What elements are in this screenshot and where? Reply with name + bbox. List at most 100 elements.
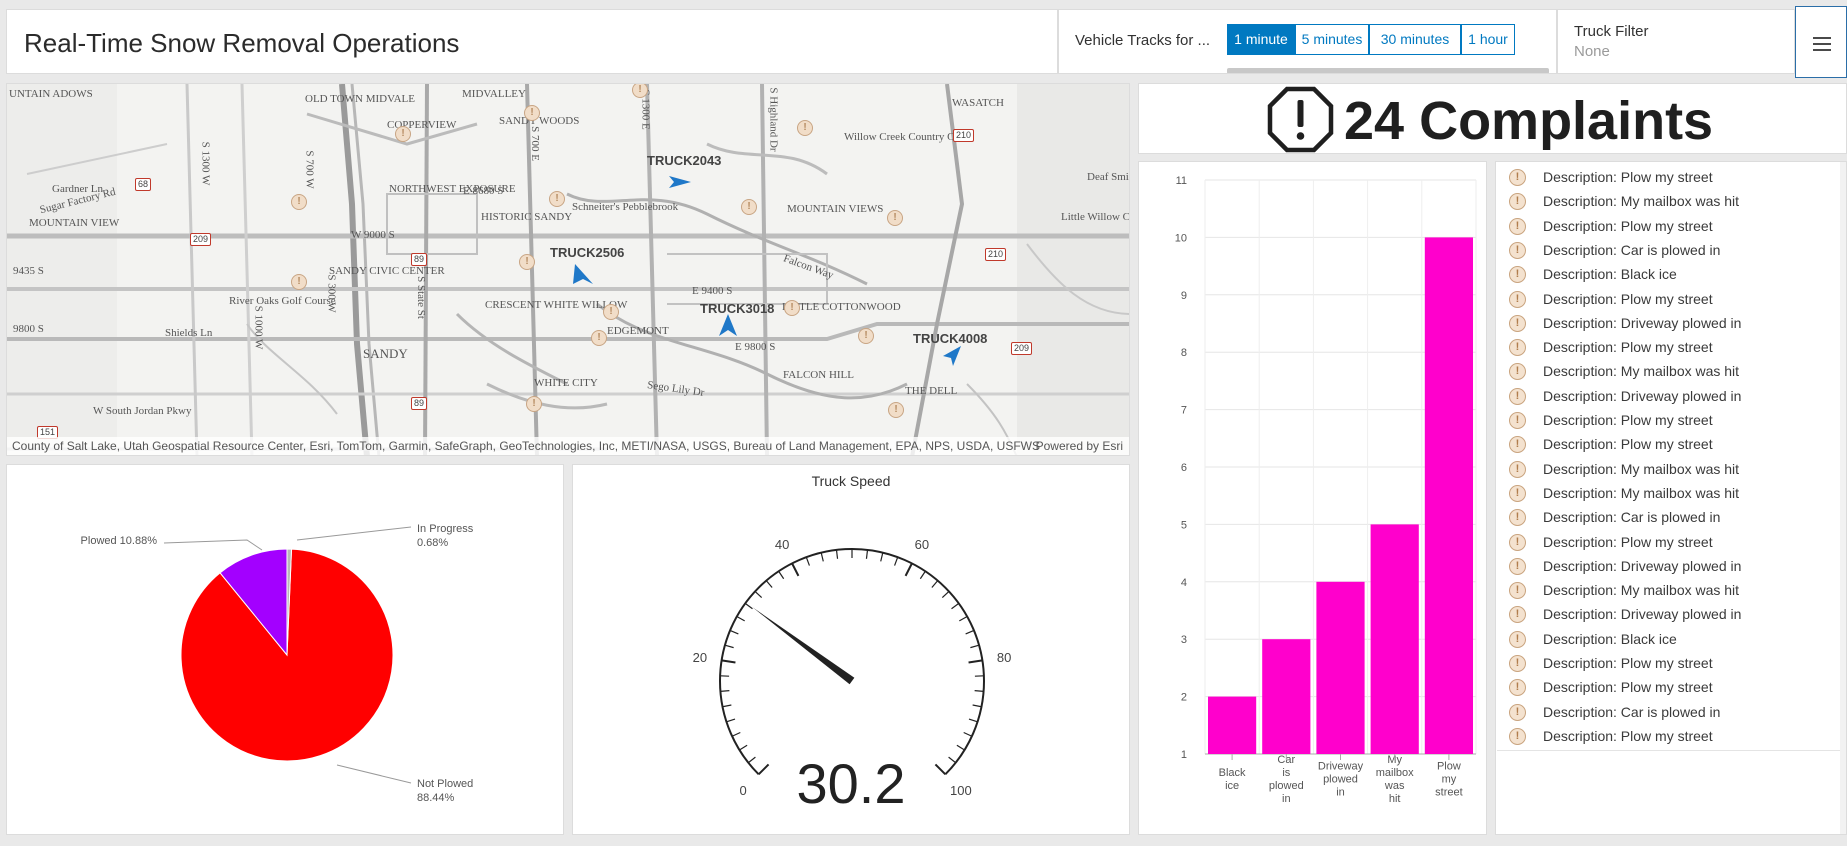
gauge-tick — [970, 644, 980, 649]
list-item-text: Description: Black ice — [1543, 630, 1677, 647]
complaint-pin-icon[interactable]: ! — [519, 254, 535, 270]
map-label: 9435 S — [13, 265, 44, 277]
bar-x-label: street — [1435, 787, 1463, 799]
complaint-pin-icon[interactable]: ! — [741, 199, 757, 215]
bar[interactable] — [1370, 524, 1419, 754]
list-item-text: Description: Plow my street — [1543, 290, 1713, 307]
truck-filter-panel[interactable]: Truck Filter None — [1557, 9, 1795, 74]
complaints-indicator: 24 Complaints — [1138, 83, 1847, 154]
highway-shield: 68 — [135, 178, 152, 191]
gauge-needle — [752, 607, 855, 685]
menu-button[interactable] — [1795, 6, 1847, 78]
map-powered-by[interactable]: Powered by Esri — [1036, 437, 1123, 455]
bar[interactable] — [1316, 581, 1365, 754]
gauge-tick-label: 40 — [775, 537, 789, 552]
alert-circle-icon: ! — [1509, 484, 1526, 502]
bar-y-tick: 8 — [1181, 347, 1187, 359]
gauge-tick — [721, 659, 736, 664]
gauge-tick-label: 80 — [997, 650, 1011, 665]
complaint-pin-icon[interactable]: ! — [291, 194, 307, 210]
complaint-pin-icon[interactable]: ! — [888, 402, 904, 418]
gauge-tick — [726, 718, 736, 723]
list-item[interactable]: ! Description: Plow my street — [1497, 722, 1842, 751]
list-item-text: Description: Plow my street — [1543, 533, 1713, 550]
track-option-1-hour[interactable]: 1 hour — [1461, 24, 1515, 55]
map-label: MIDVALLEY — [462, 88, 526, 100]
bar-y-tick: 5 — [1181, 519, 1187, 531]
gauge-tick — [731, 731, 741, 737]
list-item-text: Description: Plow my street — [1543, 655, 1713, 671]
complaint-pin-icon[interactable]: ! — [591, 330, 607, 346]
bar-y-tick: 4 — [1181, 577, 1187, 589]
truck-arrow-icon[interactable] — [719, 314, 737, 336]
complaint-pin-icon[interactable]: ! — [603, 304, 619, 320]
track-options-scrollbar[interactable] — [1227, 68, 1549, 73]
highway-shield: 210 — [953, 129, 975, 142]
complaints-list[interactable]: ! Description: Plow my street! Description… — [1495, 161, 1847, 835]
complaint-pin-icon[interactable]: ! — [797, 120, 813, 136]
truck-label: TRUCK2506 — [550, 245, 625, 260]
alert-circle-icon: ! — [1509, 412, 1526, 429]
list-item-text: Description: Black ice — [1543, 266, 1677, 283]
list-item-text: Description: Plow my street — [1543, 727, 1713, 744]
truck-arrow-icon[interactable] — [943, 346, 961, 366]
alert-circle-icon: ! — [1509, 606, 1526, 624]
alert-circle-icon: ! — [1509, 460, 1526, 478]
map-label: S 700 W — [303, 150, 316, 189]
alert-circle-icon: ! — [1509, 169, 1526, 186]
complaint-pin-icon[interactable]: ! — [524, 105, 540, 121]
bar[interactable] — [1208, 696, 1257, 754]
track-option-5-minutes[interactable]: 5 minutes — [1295, 24, 1369, 55]
complaint-pin-icon[interactable]: ! — [291, 274, 307, 290]
track-option-30-minutes[interactable]: 30 minutes — [1369, 24, 1461, 55]
plow-status-pie-chart: Plowed 10.88% In Progress 0.68% Not Plow… — [6, 464, 564, 835]
pie-label-in-progress-value: 0.68% — [417, 537, 448, 549]
pie-label-plowed: Plowed 10.88% — [81, 535, 158, 547]
map-label: S 1300 W — [199, 141, 212, 186]
gauge-tick — [956, 744, 965, 751]
list-item-text: Description: Plow my street — [1543, 679, 1713, 696]
gauge-tick-label: 60 — [915, 537, 929, 552]
complaint-pin-icon[interactable]: ! — [395, 126, 411, 142]
map-view[interactable]: UNTAIN ADOWS OLD TOWN MIDVALE MIDVALLEY … — [6, 83, 1130, 456]
map-label: River Oaks Golf Course — [229, 295, 336, 307]
bar-chart-svg: 1234567891011BlackiceCarisplowedinDrivew… — [1175, 175, 1477, 805]
bar-x-label: plowed — [1323, 774, 1358, 786]
gauge-tick — [972, 704, 982, 708]
bar-x-label: was — [1384, 780, 1405, 792]
gauge-tick — [919, 570, 926, 580]
alert-circle-icon: ! — [1509, 727, 1526, 745]
list-item-text: Description: Plow my street — [1543, 217, 1713, 234]
truck-label: TRUCK2043 — [647, 153, 722, 168]
alert-circle-icon: ! — [1509, 290, 1526, 308]
list-item-text: Description: My mailbox was hit — [1543, 363, 1740, 380]
hamburger-menu-icon[interactable] — [1813, 37, 1831, 51]
map-label: Schneiter's Pebblebrook — [572, 201, 679, 213]
track-option-1-minute[interactable]: 1 minute — [1227, 24, 1295, 55]
map-label: WHITE CITY — [534, 377, 598, 389]
list-item-text: Description: My mailbox was hit — [1543, 193, 1740, 210]
bar-x-label: Plow — [1437, 761, 1461, 773]
complaint-pin-icon[interactable]: ! — [784, 300, 800, 316]
gauge-tick — [805, 556, 810, 566]
truck-arrow-icon[interactable] — [669, 174, 691, 190]
complaint-pin-icon[interactable]: ! — [549, 191, 565, 207]
list-scrollbar[interactable] — [1840, 162, 1846, 834]
map-label: E 8680 S — [463, 185, 504, 197]
truck-arrow-icon[interactable] — [573, 264, 593, 286]
truck-label: TRUCK3018 — [700, 301, 775, 316]
truck-filter-value[interactable]: None — [1574, 43, 1610, 60]
map-label: S 700 E — [528, 126, 541, 161]
gauge-tick — [931, 580, 939, 588]
list-item-text: Description: Driveway plowed in — [1543, 557, 1742, 574]
complaint-pin-icon[interactable]: ! — [887, 210, 903, 226]
map-label: OLD TOWN MIDVALE — [305, 93, 415, 105]
complaint-pin-icon[interactable]: ! — [858, 328, 874, 344]
complaint-pin-icon[interactable]: ! — [526, 396, 542, 412]
bar[interactable] — [1262, 639, 1311, 754]
map-label: THE DELL — [905, 385, 958, 397]
gauge-tick — [951, 602, 960, 610]
map-label: W South Jordan Pkwy — [93, 405, 192, 417]
map-label: WASATCH — [952, 97, 1004, 109]
bar[interactable] — [1424, 237, 1473, 754]
